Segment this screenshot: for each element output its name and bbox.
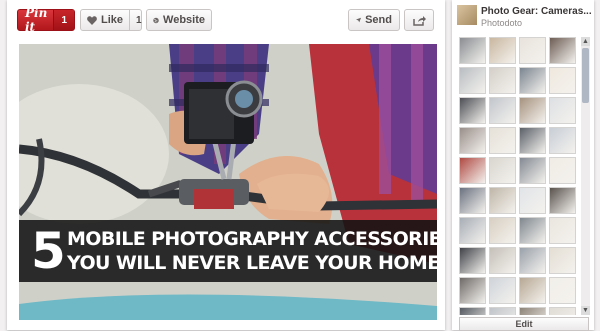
board-sidebar: Photo Gear: Cameras... Photodoto ▲ ▼ Edi… bbox=[452, 0, 594, 331]
board-thumbnail[interactable] bbox=[489, 97, 516, 124]
board-thumbnail[interactable] bbox=[459, 67, 486, 94]
board-thumbnail[interactable] bbox=[549, 157, 576, 184]
board-thumbnail[interactable] bbox=[519, 247, 546, 274]
headline-line-2: YOU WILL NEVER LEAVE YOUR HOME WITHOUT bbox=[67, 252, 437, 274]
board-thumbnail[interactable] bbox=[519, 217, 546, 244]
board-thumbnail[interactable] bbox=[459, 37, 486, 64]
website-label: Website bbox=[163, 14, 205, 26]
board-thumbnail[interactable] bbox=[549, 187, 576, 214]
send-label: Send bbox=[365, 14, 392, 26]
board-thumbnail[interactable] bbox=[459, 247, 486, 274]
like-button[interactable]: Like 1 bbox=[80, 9, 142, 31]
heart-icon bbox=[87, 15, 97, 25]
board-thumbnail[interactable] bbox=[549, 127, 576, 154]
board-thumbnail[interactable] bbox=[519, 37, 546, 64]
board-thumbnail[interactable] bbox=[519, 67, 546, 94]
board-thumbnail[interactable] bbox=[549, 277, 576, 304]
board-thumbnail[interactable] bbox=[489, 307, 516, 315]
board-thumbnail[interactable] bbox=[519, 127, 546, 154]
scroll-up-icon[interactable]: ▲ bbox=[581, 37, 590, 46]
board-thumbnail[interactable] bbox=[489, 277, 516, 304]
board-thumbnail[interactable] bbox=[489, 127, 516, 154]
headline-line-1: MOBILE PHOTOGRAPHY ACCESSORIES bbox=[67, 228, 437, 250]
like-count: 1 bbox=[129, 10, 148, 30]
board-thumbnail[interactable] bbox=[489, 247, 516, 274]
board-owner[interactable]: Photodoto bbox=[481, 18, 522, 28]
board-thumbnail[interactable] bbox=[459, 127, 486, 154]
board-thumbnail[interactable] bbox=[519, 157, 546, 184]
board-thumbnail[interactable] bbox=[549, 97, 576, 124]
pin-image[interactable]: 5 MOBILE PHOTOGRAPHY ACCESSORIES YOU WIL… bbox=[19, 44, 437, 320]
website-button[interactable]: Website bbox=[146, 9, 212, 31]
board-thumbnail[interactable] bbox=[459, 97, 486, 124]
scroll-down-icon[interactable]: ▼ bbox=[581, 306, 590, 315]
send-button[interactable]: Send bbox=[348, 9, 400, 31]
board-thumbnail[interactable] bbox=[549, 307, 576, 315]
pin-toolbar: Pin it 1 Like 1 Website Send bbox=[7, 0, 445, 38]
board-thumbnail[interactable] bbox=[459, 217, 486, 244]
board-title[interactable]: Photo Gear: Cameras... bbox=[481, 6, 592, 17]
edit-board-button[interactable]: Edit bbox=[459, 317, 589, 331]
board-thumbnail[interactable] bbox=[549, 67, 576, 94]
board-thumbnail[interactable] bbox=[519, 277, 546, 304]
board-thumbnail[interactable] bbox=[489, 37, 516, 64]
send-icon bbox=[356, 17, 362, 23]
like-label: Like bbox=[101, 14, 124, 26]
board-avatar[interactable] bbox=[457, 5, 477, 25]
pin-it-label: Pin it bbox=[25, 6, 48, 34]
board-thumbnail[interactable] bbox=[549, 37, 576, 64]
board-thumbnail[interactable] bbox=[489, 157, 516, 184]
board-thumbnail[interactable] bbox=[519, 187, 546, 214]
board-thumbnails bbox=[459, 37, 579, 315]
board-thumbnail[interactable] bbox=[519, 97, 546, 124]
board-thumbnail[interactable] bbox=[459, 157, 486, 184]
globe-icon bbox=[153, 17, 159, 23]
board-thumbnail[interactable] bbox=[489, 67, 516, 94]
board-thumbnail[interactable] bbox=[489, 187, 516, 214]
headline-banner: 5 MOBILE PHOTOGRAPHY ACCESSORIES YOU WIL… bbox=[19, 220, 437, 282]
thumbnail-scrollbar[interactable]: ▲ ▼ bbox=[581, 37, 590, 315]
board-thumbnail[interactable] bbox=[519, 307, 546, 315]
pin-card: Pin it 1 Like 1 Website Send 5 MOBILE PH… bbox=[7, 0, 445, 330]
share-button[interactable] bbox=[404, 9, 434, 31]
board-thumbnail[interactable] bbox=[459, 187, 486, 214]
pin-it-button[interactable]: Pin it 1 bbox=[17, 6, 75, 34]
board-thumbnail[interactable] bbox=[549, 247, 576, 274]
headline-number: 5 bbox=[31, 222, 66, 280]
board-header[interactable]: Photo Gear: Cameras... Photodoto bbox=[452, 0, 594, 32]
board-thumbnail[interactable] bbox=[459, 307, 486, 315]
board-thumbnail[interactable] bbox=[489, 217, 516, 244]
board-thumbnail[interactable] bbox=[549, 217, 576, 244]
pin-count: 1 bbox=[53, 10, 74, 30]
scrollbar-thumb[interactable] bbox=[582, 48, 589, 103]
board-thumbnail[interactable] bbox=[459, 277, 486, 304]
share-icon bbox=[412, 15, 426, 26]
